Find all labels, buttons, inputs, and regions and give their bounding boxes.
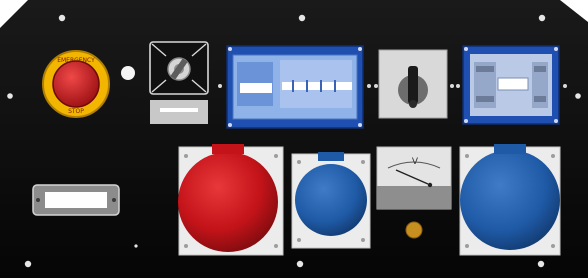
blue-power-socket-large[interactable] bbox=[459, 144, 561, 256]
estop-label-bottom: STOP bbox=[68, 108, 84, 115]
emergency-stop-button[interactable]: EMERGENCY STOP bbox=[42, 50, 110, 118]
key-switch[interactable] bbox=[149, 41, 209, 124]
red-power-socket[interactable] bbox=[178, 144, 284, 256]
blue-power-socket-small[interactable] bbox=[291, 152, 371, 249]
circuit-breaker-panel[interactable] bbox=[218, 45, 371, 129]
voltmeter-unit-label: V bbox=[412, 157, 419, 167]
pilot-lamp bbox=[405, 221, 423, 239]
cable-connector bbox=[32, 184, 120, 216]
indicator-lamp bbox=[121, 66, 135, 80]
estop-label-top: EMERGENCY bbox=[57, 57, 95, 64]
electrical-control-panel: EMERGENCY STOP V bbox=[0, 0, 588, 278]
rotary-selector-switch[interactable] bbox=[374, 49, 454, 119]
voltmeter: V bbox=[376, 146, 452, 210]
main-breaker-panel[interactable] bbox=[456, 45, 567, 125]
